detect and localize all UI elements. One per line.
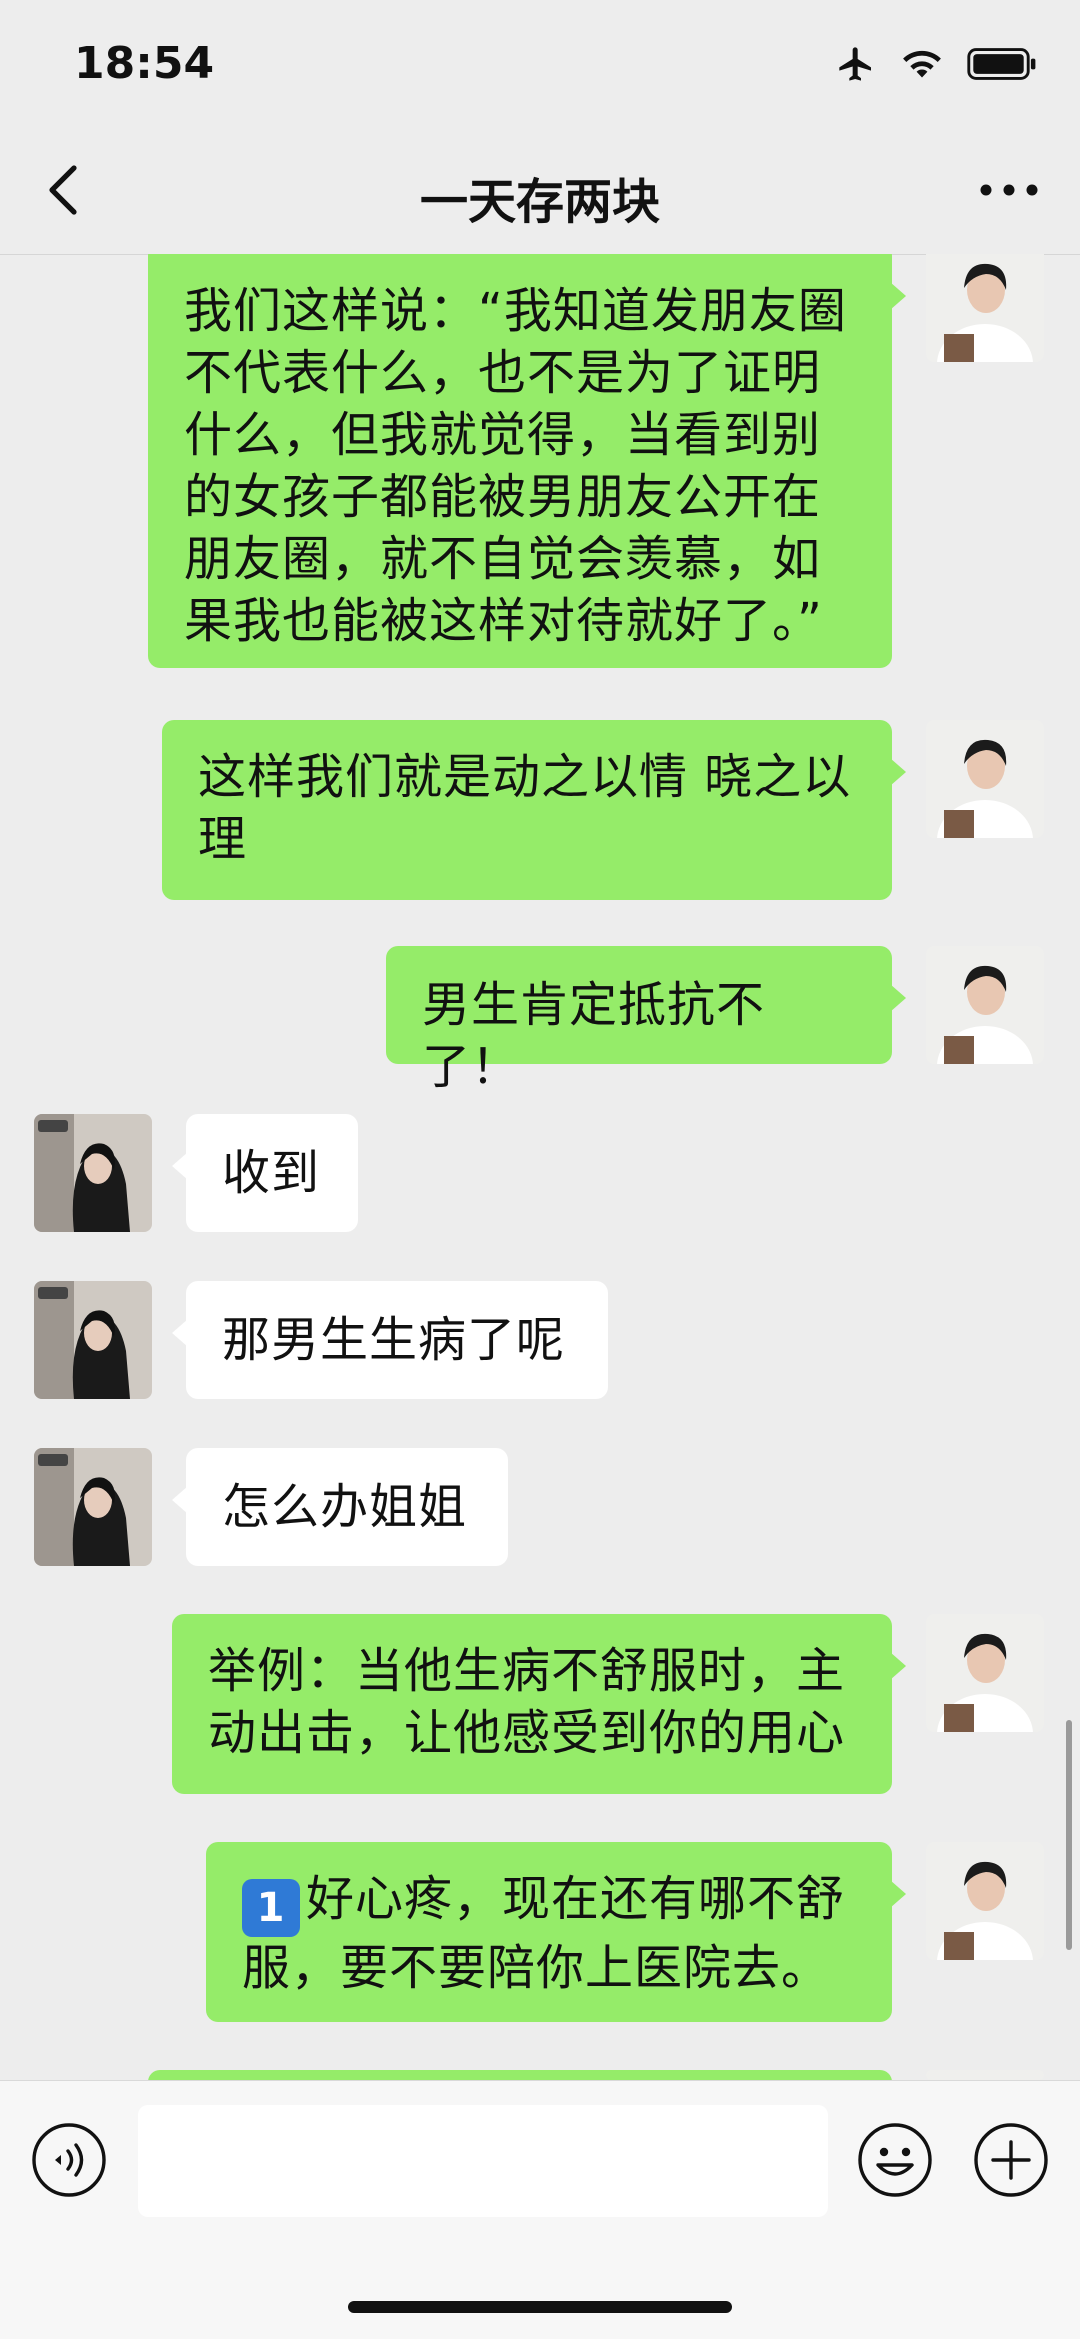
message-input[interactable] — [138, 2105, 828, 2217]
status-icons — [834, 44, 1040, 84]
message-text-line: 我们这样说：“我知道发朋友圈 — [184, 283, 847, 339]
avatar-me[interactable] — [926, 946, 1044, 1064]
avatar-me[interactable] — [926, 720, 1044, 838]
avatar-contact[interactable] — [34, 1114, 152, 1232]
home-indicator[interactable] — [348, 2301, 732, 2313]
message-bubble-outgoing[interactable]: 男生肯定抵抗不了！ — [386, 946, 906, 1095]
message-bubble-incoming[interactable]: 那男生生病了呢 — [172, 1281, 608, 1399]
message-text-line: 服，要不要陪你上医院去。 — [242, 1940, 831, 1996]
avatar-contact[interactable] — [34, 1448, 152, 1566]
message-text-line: 举例：当他生病不舒服时，主 — [208, 1643, 846, 1699]
emoji-icon[interactable] — [856, 2121, 934, 2199]
keycap-emoji: 1 — [242, 1879, 300, 1937]
plus-icon[interactable] — [972, 2121, 1050, 2199]
message-bubble-outgoing[interactable]: 这样我们就是动之以情 晓之以 理 — [162, 720, 906, 900]
message-bubble-outgoing[interactable]: 举例：当他生病不舒服时，主 动出击，让他感受到你的用心 — [172, 1614, 906, 1794]
avatar-me[interactable] — [926, 1842, 1044, 1960]
wifi-icon — [903, 50, 941, 78]
airplane-icon — [839, 47, 871, 81]
message-text-line: 什么，但我就觉得，当看到别 — [184, 407, 822, 463]
message-text-line: 理 — [198, 811, 248, 867]
message-text-line: 朋友圈，就不自觉会羡慕，如 — [184, 531, 822, 587]
scrollbar[interactable] — [1066, 1720, 1072, 1950]
message-bubble-incoming[interactable]: 收到 — [172, 1114, 358, 1232]
message-text-line: 那男生生病了呢 — [222, 1312, 566, 1368]
status-time: 18:54 — [74, 38, 215, 89]
chat-title: 一天存两块 — [419, 174, 660, 230]
chat-screen: 18:54 一天存两块 我们这样说：“我知道发朋友圈 不代表什么，也不是为了证明… — [0, 0, 1080, 2339]
status-bar: 18:54 — [0, 0, 1080, 130]
avatar-me[interactable] — [926, 254, 1044, 362]
avatar-me[interactable] — [926, 1614, 1044, 1732]
voice-icon[interactable] — [30, 2121, 108, 2199]
message-bubble-incoming[interactable]: 怎么办姐姐 — [172, 1448, 508, 1566]
message-bubble-outgoing[interactable] — [148, 2070, 892, 2080]
message-text-line: 不代表什么，也不是为了证明 — [184, 345, 822, 401]
message-text-line: 动出击，让他感受到你的用心 — [208, 1705, 846, 1761]
message-text-line: 好心疼，现在还有哪不舒 — [306, 1871, 846, 1927]
message-text-line: 的女孩子都能被男朋友公开在 — [184, 469, 822, 525]
message-bubble-outgoing[interactable]: 1 好心疼，现在还有哪不舒 服，要不要陪你上医院去。 — [206, 1842, 906, 2022]
message-text-line: 收到 — [222, 1145, 321, 1201]
input-bar — [0, 2080, 1080, 2339]
message-text-line: 男生肯定抵抗不了！ — [422, 977, 766, 1095]
message-text-line: 果我也能被这样对待就好了。” — [184, 593, 823, 649]
message-text-line: 这样我们就是动之以情 晓之以 — [198, 749, 852, 805]
message-bubble-outgoing[interactable]: 我们这样说：“我知道发朋友圈 不代表什么，也不是为了证明 什么，但我就觉得，当看… — [148, 254, 906, 668]
message-text-line: 怎么办姐姐 — [222, 1479, 468, 1535]
nav-bar: 一天存两块 — [0, 130, 1080, 255]
avatar-contact[interactable] — [34, 1281, 152, 1399]
battery-icon — [967, 48, 1036, 80]
more-icon[interactable] — [974, 168, 1044, 212]
message-list[interactable]: 我们这样说：“我知道发朋友圈 不代表什么，也不是为了证明 什么，但我就觉得，当看… — [0, 254, 1080, 2080]
avatar-me[interactable] — [926, 2070, 1044, 2080]
